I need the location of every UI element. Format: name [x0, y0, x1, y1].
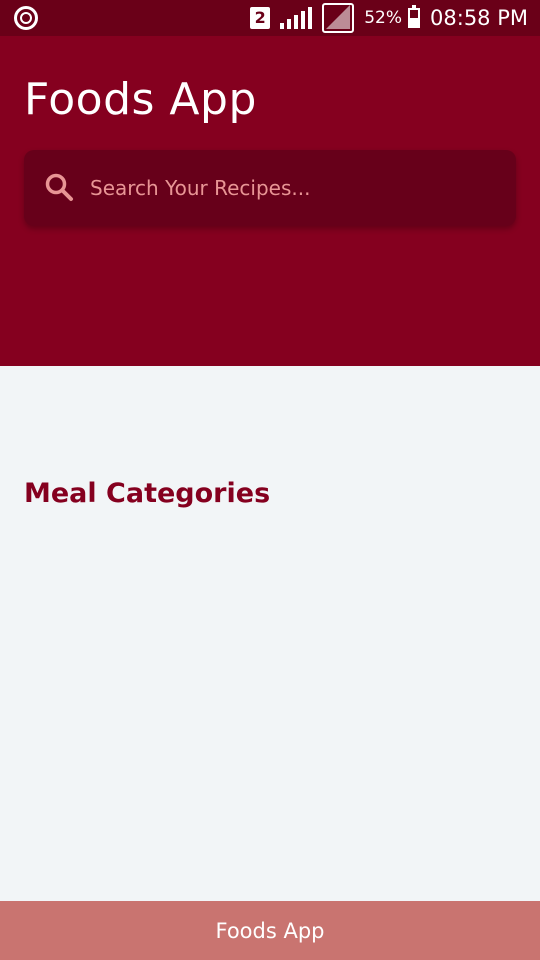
- battery-icon: [408, 5, 421, 28]
- status-bar: 2 52% 08:58 PM: [0, 0, 540, 36]
- power-icon: [14, 6, 38, 30]
- app-header: Foods App: [0, 36, 540, 366]
- search-box[interactable]: [24, 150, 516, 226]
- search-icon[interactable]: [44, 172, 74, 202]
- bottom-bar-label: Foods App: [215, 918, 325, 943]
- battery-percent: 52%: [364, 8, 403, 28]
- app-screen: 2 52% 08:58 PM Foods App Meal Categori: [0, 0, 540, 960]
- search-input[interactable]: [90, 168, 490, 208]
- sim-icon: 2: [250, 7, 271, 29]
- bottom-bar[interactable]: Foods App: [0, 901, 540, 960]
- status-left: [14, 6, 38, 30]
- clock: 08:58 PM: [430, 6, 528, 30]
- status-right: 2 52% 08:58 PM: [250, 0, 528, 36]
- signal-box-icon: [322, 3, 355, 33]
- signal-icon: [280, 7, 313, 29]
- app-title: Foods App: [24, 74, 257, 125]
- main-content: Meal Categories: [0, 366, 540, 900]
- section-title-meal-categories: Meal Categories: [24, 478, 271, 509]
